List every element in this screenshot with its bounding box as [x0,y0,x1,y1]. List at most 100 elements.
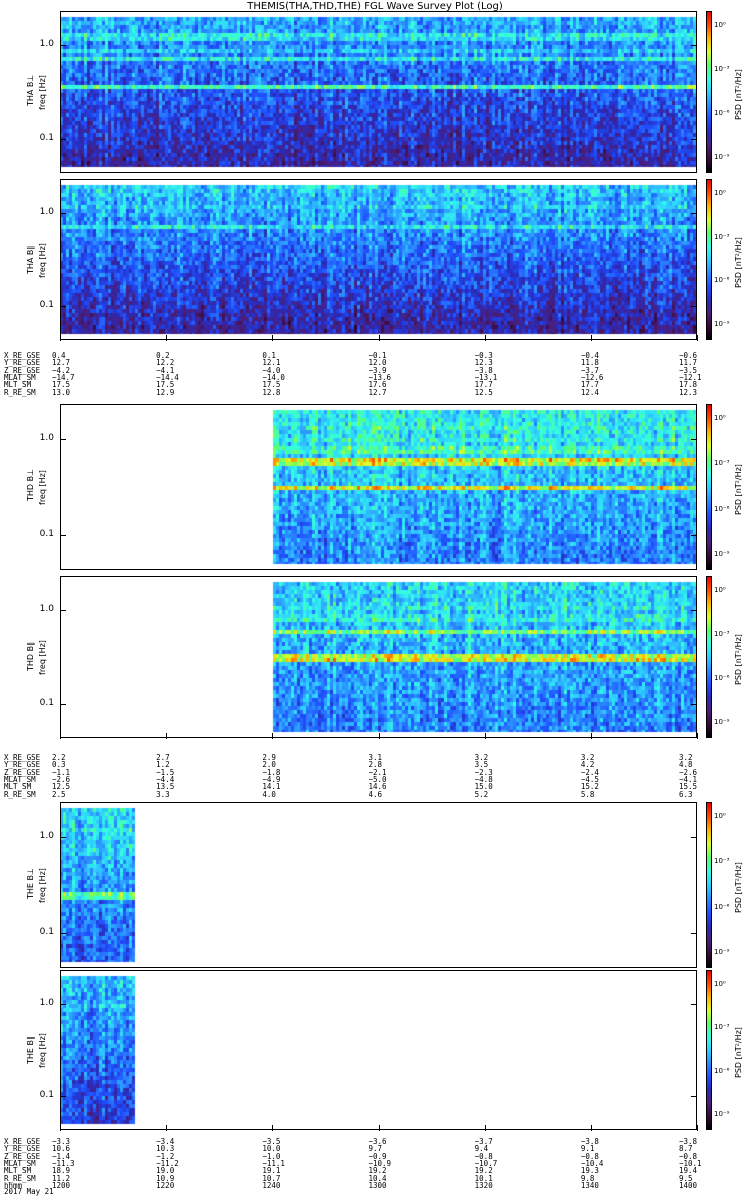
freq-tick [691,138,697,140]
time-tick [166,335,168,341]
wave-survey-figure: THEMIS(THA,THD,THE) FGL Wave Survey Plot… [0,0,750,1200]
spectrogram-panel [60,11,697,173]
colorbar [706,11,712,173]
colorbar [706,404,712,570]
colorbar-label: PSD [nT²/Hz] [734,236,743,288]
ephemeris-value: 1200 [52,1180,71,1190]
ephemeris-value: 1300 [368,1180,387,1190]
colorbar [706,576,712,738]
freq-tick-label: 0.1 [39,132,54,143]
spectrogram-panel [60,802,697,968]
freq-axis-label: freq [Hz] [38,75,47,110]
colorbar-label: PSD [nT²/Hz] [734,634,743,685]
freq-tick-label: 0.1 [39,1090,54,1101]
freq-tick [691,610,697,612]
freq-tick [691,438,697,440]
freq-tick-label: 1.0 [39,604,54,615]
colorbar-tick-label: 10⁻⁹ [714,947,730,956]
time-tick [60,1125,61,1131]
spectrogram-panel [60,404,697,570]
colorbar-tick-label: 10⁻⁶ [714,276,730,285]
ephemeris-value: 6.3 [679,789,693,799]
spectrogram-canvas [60,802,697,968]
freq-tick [691,1096,697,1098]
freq-tick [691,933,697,935]
freq-axis-label: freq [Hz] [38,242,47,278]
freq-tick [60,306,66,307]
freq-tick-label: 0.1 [39,927,54,938]
colorbar-tick-label: 10⁻³ [714,459,730,468]
time-tick [378,1125,380,1131]
freq-tick-label: 1.0 [39,997,54,1008]
colorbar-label: PSD [nT²/Hz] [734,69,743,120]
ephemeris-value: 1340 [580,1180,599,1190]
freq-tick-label: 1.0 [39,206,54,217]
spectrogram-canvas [60,404,697,570]
time-tick [60,733,61,739]
time-tick [484,733,486,739]
colorbar [706,802,712,968]
time-tick [378,335,380,341]
spectrogram-canvas [60,576,697,738]
ephemeris-value: 1320 [474,1180,493,1190]
freq-tick [60,535,66,537]
freq-tick-label: 1.0 [39,432,54,443]
colorbar-tick-label: 10⁻⁹ [714,549,730,558]
time-tick [378,733,380,739]
colorbar-tick-label: 10⁻⁹ [714,718,730,727]
ephemeris-value: 12.8 [262,387,281,397]
freq-tick [60,836,66,838]
colorbar-tick-label: 10⁰ [714,414,726,423]
ephemeris-value: 4.0 [262,789,276,799]
ephemeris-value: 12.5 [474,387,493,397]
panel-ylabel: THA B∥ [26,245,35,274]
colorbar-tick-label: 10⁻⁹ [714,320,730,329]
time-tick [272,335,274,341]
time-tick [697,1125,698,1131]
spectrogram-canvas [60,970,697,1130]
colorbar-tick-label: 10⁰ [714,585,726,594]
freq-axis-label: freq [Hz] [38,470,47,505]
freq-tick [60,703,66,705]
panel-ylabel: THD B∥ [26,641,35,671]
time-tick [590,335,592,341]
ephemeris-value: 1220 [156,1180,175,1190]
freq-tick-label: 0.1 [39,529,54,540]
ephemeris-value: 12.3 [679,387,698,397]
colorbar-tick-label: 10⁰ [714,812,726,821]
ephemeris-label: R_RE_SM [4,387,36,397]
colorbar-label: PSD [nT²/Hz] [734,1027,743,1078]
freq-tick [60,933,66,935]
ephemeris-value: 1400 [679,1180,698,1190]
time-tick [590,733,592,739]
date-label: 2017 May 21 [4,1187,54,1196]
freq-tick [60,438,66,440]
panel-ylabel: THE B⊥ [26,868,35,899]
ephemeris-value: 2.5 [52,789,66,799]
colorbar-tick-label: 10⁻⁹ [714,1110,730,1119]
colorbar-tick-label: 10⁻⁹ [714,153,730,162]
colorbar [706,970,712,1130]
colorbar-tick-label: 10⁻³ [714,232,730,241]
colorbar-tick-label: 10⁻⁶ [714,1066,730,1075]
ephemeris-value: 12.4 [580,387,599,397]
colorbar-tick-label: 10⁰ [714,20,726,29]
freq-tick [691,703,697,705]
spectrogram-panel [60,970,697,1130]
freq-tick [60,1003,66,1005]
colorbar-tick-label: 10⁻⁶ [714,902,730,911]
ephemeris-value: 1240 [262,1180,281,1190]
time-tick [166,1125,168,1131]
freq-tick [60,138,66,140]
ephemeris-value: 5.2 [474,789,489,799]
time-tick [166,733,168,739]
freq-tick [60,45,66,47]
colorbar-label: PSD [nT²/Hz] [734,464,743,515]
spectrogram-panel [60,179,697,340]
freq-tick [691,836,697,838]
freq-tick-label: 0.1 [39,697,54,708]
ephemeris-value: 12.9 [156,387,175,397]
freq-tick [60,610,66,612]
ephemeris-value: 13.0 [52,387,71,397]
freq-tick [691,306,697,307]
